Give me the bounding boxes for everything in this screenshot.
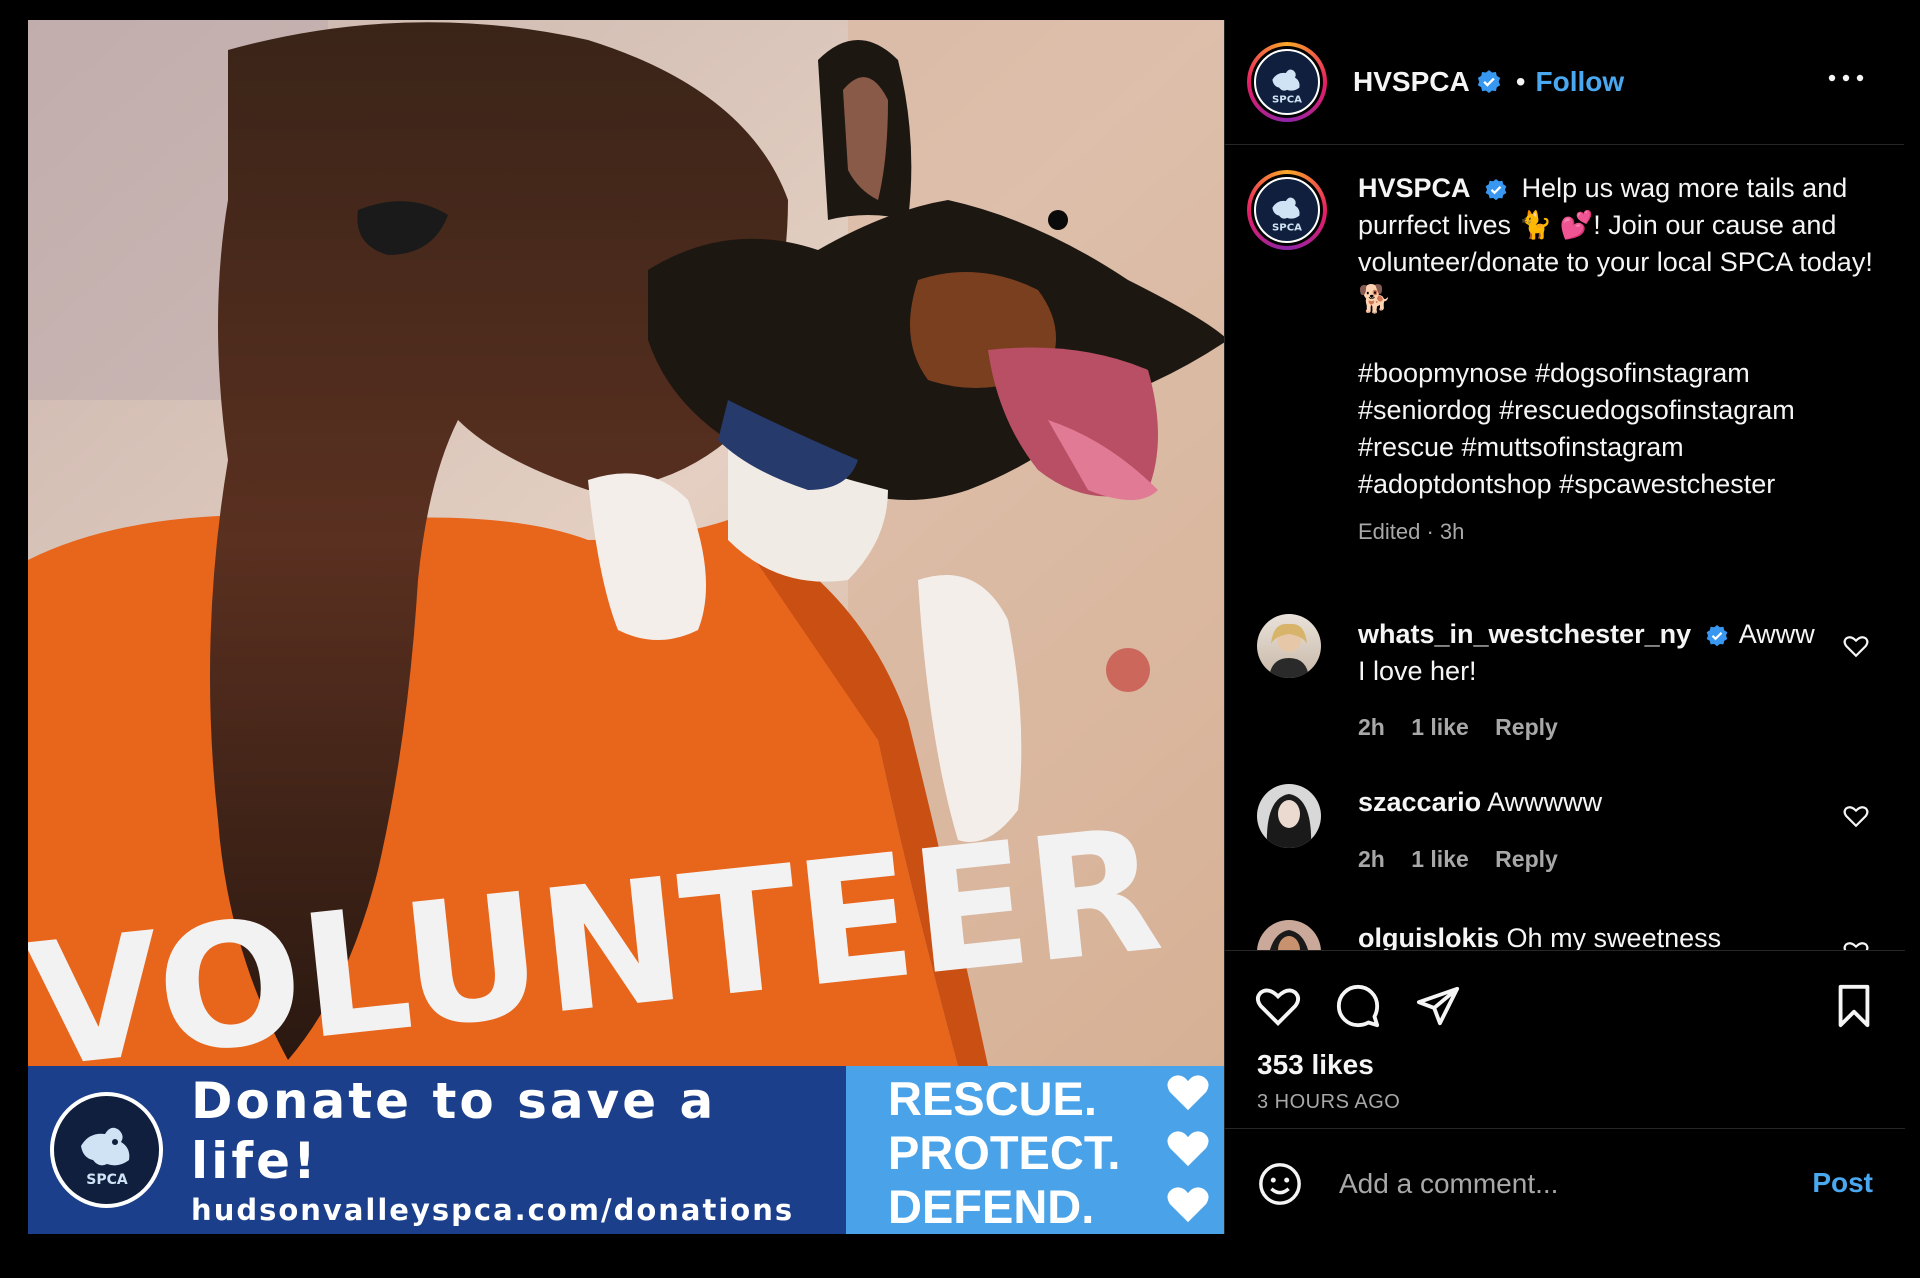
comment-username[interactable]: whats_in_westchester_ny [1358, 619, 1691, 649]
caption-hashtags[interactable]: #boopmynose #dogsofinstagram #seniordog … [1358, 355, 1878, 503]
heart-icon[interactable] [1843, 940, 1869, 950]
spca-logo-icon: SPCA [1254, 177, 1320, 243]
send-icon[interactable] [1415, 983, 1461, 1029]
post-image[interactable]: VOLUNTEER SPCA Donate to save a life! hu… [28, 20, 1224, 1234]
comment-icon[interactable] [1335, 983, 1381, 1029]
post-side-panel: SPCA HVSPCA • Follow SPCA HVSPCA Help us… [1224, 20, 1905, 1235]
heart-icon[interactable] [1843, 634, 1869, 658]
comments-scroll-area[interactable]: SPCA HVSPCA Help us wag more tails and p… [1225, 144, 1905, 950]
banner-url: hudsonvalleyspca.com/donations [191, 1193, 795, 1227]
svg-text:SPCA: SPCA [86, 1172, 128, 1188]
banner-slogan-section: RESCUE. PROTECT. DEFEND. [846, 1066, 1224, 1234]
reply-button[interactable]: Reply [1495, 714, 1558, 740]
spca-logo-icon: SPCA [1254, 49, 1320, 115]
comment-username[interactable]: olguislokis [1358, 923, 1499, 950]
comment-username[interactable]: szaccario [1358, 787, 1481, 817]
emoji-icon[interactable] [1257, 1161, 1303, 1207]
post-timestamp: 3 HOURS AGO [1257, 1091, 1401, 1113]
bookmark-icon[interactable] [1831, 983, 1877, 1029]
caption-timestamp: Edited · 3h [1358, 519, 1465, 544]
author-avatar[interactable]: SPCA [1247, 42, 1327, 122]
heart-icon [1167, 1075, 1209, 1111]
heart-icon [1167, 1187, 1209, 1223]
comment-text: Awwwww [1487, 787, 1603, 817]
author-username[interactable]: HVSPCA [1353, 66, 1470, 98]
instagram-post: VOLUNTEER SPCA Donate to save a life! hu… [28, 20, 1905, 1235]
header-separator: • [1515, 66, 1526, 97]
caption-username[interactable]: HVSPCA [1358, 173, 1471, 203]
spca-logo-icon: SPCA [50, 1092, 164, 1208]
slogan-rescue: RESCUE. [888, 1072, 1097, 1125]
slogan-protect: PROTECT. [888, 1126, 1121, 1179]
comment-likes[interactable]: 1 like [1411, 846, 1469, 872]
donation-banner: SPCA Donate to save a life! hudsonvalley… [28, 1066, 1224, 1234]
likes-count[interactable]: 353 likes [1257, 1049, 1374, 1081]
verified-badge-icon [1477, 70, 1500, 94]
slogan-defend: DEFEND. [888, 1180, 1095, 1233]
volunteer-dog-photo: VOLUNTEER [28, 20, 1224, 1066]
commenter-avatar[interactable] [1257, 614, 1321, 678]
banner-title: Donate to save a life! [191, 1072, 717, 1190]
commenter-avatar[interactable] [1257, 784, 1321, 848]
post-actions: 353 likes 3 HOURS AGO [1225, 950, 1905, 1149]
heart-icon[interactable] [1843, 804, 1869, 828]
post-caption: HVSPCA Help us wag more tails and purrfe… [1358, 170, 1878, 550]
more-horizontal-icon[interactable] [1826, 70, 1866, 86]
banner-donate-section: SPCA Donate to save a life! hudsonvalley… [28, 1066, 846, 1234]
follow-button[interactable]: Follow [1536, 66, 1625, 98]
comment-input[interactable] [1337, 1159, 1771, 1209]
svg-text:SPCA: SPCA [1272, 222, 1302, 233]
caption-author-avatar[interactable]: SPCA [1247, 170, 1327, 250]
reply-button[interactable]: Reply [1495, 846, 1558, 872]
heart-icon[interactable] [1255, 983, 1301, 1029]
comment-likes[interactable]: 1 like [1411, 714, 1469, 740]
post-comment-button[interactable]: Post [1812, 1167, 1873, 1199]
verified-badge-icon [1485, 178, 1507, 201]
svg-text:SPCA: SPCA [1272, 94, 1302, 105]
heart-icon [1167, 1131, 1209, 1167]
verified-badge-icon [1706, 624, 1727, 647]
comment-time: 2h [1358, 846, 1385, 872]
post-header: SPCA HVSPCA • Follow [1225, 20, 1904, 145]
comment-time: 2h [1358, 714, 1385, 740]
comment-text: Oh my sweetness [1506, 923, 1722, 950]
commenter-avatar[interactable] [1257, 920, 1321, 950]
add-comment-bar: Post [1225, 1128, 1905, 1235]
